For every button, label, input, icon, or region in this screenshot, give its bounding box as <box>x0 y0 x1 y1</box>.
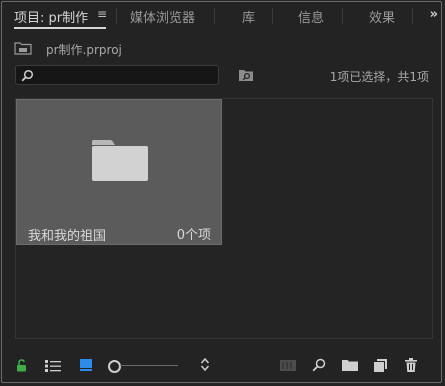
tab-info[interactable]: 信息 <box>298 7 324 26</box>
tab-divider <box>342 8 343 24</box>
tab-divider <box>412 8 413 24</box>
list-view-icon[interactable] <box>45 360 61 372</box>
project-file-name: pr制作.prproj <box>46 43 122 57</box>
new-item-icon[interactable] <box>374 359 387 372</box>
bottom-toolbar <box>2 354 441 378</box>
search-input[interactable] <box>38 67 214 83</box>
automate-to-sequence-icon[interactable] <box>280 360 296 371</box>
active-tab-indicator <box>14 27 106 29</box>
tab-libraries[interactable]: 库 <box>242 7 255 26</box>
tab-divider <box>272 8 273 24</box>
bin-item-count: 0个项 <box>176 228 211 243</box>
tab-effects[interactable]: 效果 <box>369 7 395 26</box>
zoom-slider-handle[interactable] <box>108 360 121 373</box>
project-items-area[interactable]: 我和我的祖国 0个项 <box>15 98 433 339</box>
panel-menu-icon[interactable]: ≡ <box>97 8 107 20</box>
project-panel: 项目: pr制作 ≡ 媒体浏览器 库 信息 效果 » pr制作.prproj 1… <box>1 1 442 383</box>
zoom-slider-track[interactable] <box>120 365 178 366</box>
tab-media-browser[interactable]: 媒体浏览器 <box>130 7 195 26</box>
selection-status: 1项已选择，共1项 <box>329 70 429 84</box>
find-icon[interactable] <box>312 358 326 372</box>
icon-view-icon[interactable] <box>80 359 92 371</box>
tab-project[interactable]: 项目: pr制作 <box>14 7 88 26</box>
tab-divider <box>214 8 215 24</box>
new-bin-icon[interactable] <box>342 359 358 371</box>
tab-overflow-icon[interactable]: » <box>430 7 439 22</box>
search-field[interactable] <box>15 65 219 85</box>
lock-open-icon[interactable] <box>16 359 27 372</box>
new-search-bin-icon[interactable] <box>238 68 254 82</box>
bin-name: 我和我的祖国 <box>28 229 107 244</box>
folder-icon <box>92 140 148 181</box>
sort-icon[interactable] <box>200 357 210 372</box>
search-icon <box>21 69 34 82</box>
project-file-icon <box>14 42 32 55</box>
tab-divider <box>116 8 117 24</box>
tab-bar: 项目: pr制作 ≡ 媒体浏览器 库 信息 效果 » <box>2 2 441 30</box>
bin-tile[interactable]: 我和我的祖国 0个项 <box>16 99 222 245</box>
clear-trash-icon[interactable] <box>405 358 417 372</box>
